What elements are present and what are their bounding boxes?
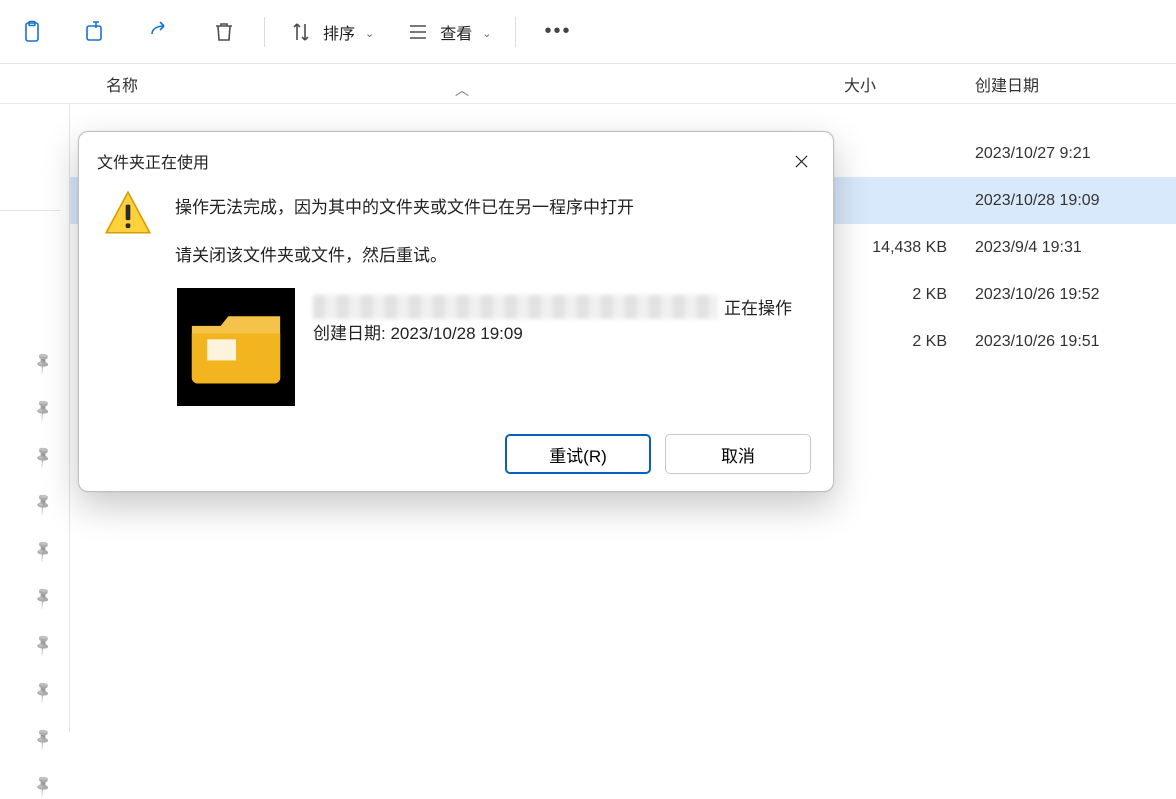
toolbar: 排序 ⌄ 查看 ⌄ ••• <box>0 0 1176 64</box>
sidebar-separator <box>0 210 60 211</box>
share-button[interactable] <box>128 0 192 64</box>
pin-icon[interactable]: 📌 <box>30 632 56 658</box>
folder-thumbnail <box>177 288 295 406</box>
col-date[interactable]: 创建日期 <box>965 72 1176 96</box>
pin-icon[interactable]: 📌 <box>30 397 56 423</box>
toolbar-separator <box>264 17 265 47</box>
sidebar-gutter: 📌📌📌📌📌📌📌📌📌📌 <box>0 104 70 732</box>
file-date: 2023/10/27 9:21 <box>965 145 1175 163</box>
col-size[interactable]: 大小 <box>830 72 965 96</box>
pin-icon[interactable]: 📌 <box>30 679 56 705</box>
retry-button[interactable]: 重试(R) <box>505 434 651 474</box>
cancel-button[interactable]: 取消 <box>665 434 811 474</box>
detail-date: 2023/10/28 19:09 <box>390 324 522 343</box>
view-label: 查看 <box>440 20 472 44</box>
chevron-down-icon: ⌄ <box>365 27 374 40</box>
detail-suffix: 正在操作 <box>724 294 792 319</box>
close-button[interactable] <box>783 146 819 176</box>
pin-icon[interactable]: 📌 <box>30 350 56 376</box>
warning-icon <box>103 189 153 242</box>
toolbar-separator <box>515 17 516 47</box>
file-size: 14,438 KB <box>830 239 965 257</box>
dialog-title: 文件夹正在使用 <box>97 149 209 173</box>
sort-dropdown[interactable]: 排序 ⌄ <box>273 0 390 64</box>
file-date: 2023/10/28 19:09 <box>965 192 1175 210</box>
chevron-down-icon: ⌄ <box>482 27 491 40</box>
detail-date-label: 创建日期: <box>313 324 390 343</box>
rename-button[interactable] <box>64 0 128 64</box>
file-date: 2023/9/4 19:31 <box>965 239 1175 257</box>
collapse-caret-icon[interactable]: ︿ <box>455 80 469 100</box>
pin-icon[interactable]: 📌 <box>30 726 56 752</box>
pin-icon[interactable]: 📌 <box>30 491 56 517</box>
delete-button[interactable] <box>192 0 256 64</box>
more-button[interactable]: ••• <box>524 20 591 43</box>
pin-icon[interactable]: 📌 <box>30 773 56 799</box>
file-date: 2023/10/26 19:51 <box>965 333 1175 351</box>
folder-in-use-dialog: 文件夹正在使用 操作无法完成，因为其中的文件夹或文件已在另一程序中打开 请关闭该… <box>78 131 834 492</box>
pin-icon[interactable]: 📌 <box>30 538 56 564</box>
view-dropdown[interactable]: 查看 ⌄ <box>390 0 507 64</box>
dialog-message-1: 操作无法完成，因为其中的文件夹或文件已在另一程序中打开 <box>175 193 809 218</box>
file-size: 2 KB <box>830 333 965 351</box>
file-date: 2023/10/26 19:52 <box>965 286 1175 304</box>
sort-label: 排序 <box>323 20 355 44</box>
pin-icon[interactable]: 📌 <box>30 585 56 611</box>
pin-icon[interactable]: 📌 <box>30 444 56 470</box>
paste-button[interactable] <box>0 0 64 64</box>
dialog-message-2: 请关闭该文件夹或文件，然后重试。 <box>175 241 809 266</box>
file-size: 2 KB <box>830 286 965 304</box>
column-headers: 名称 大小 创建日期 <box>0 64 1176 104</box>
col-name[interactable]: 名称 <box>0 72 830 96</box>
redacted-name <box>313 295 718 319</box>
